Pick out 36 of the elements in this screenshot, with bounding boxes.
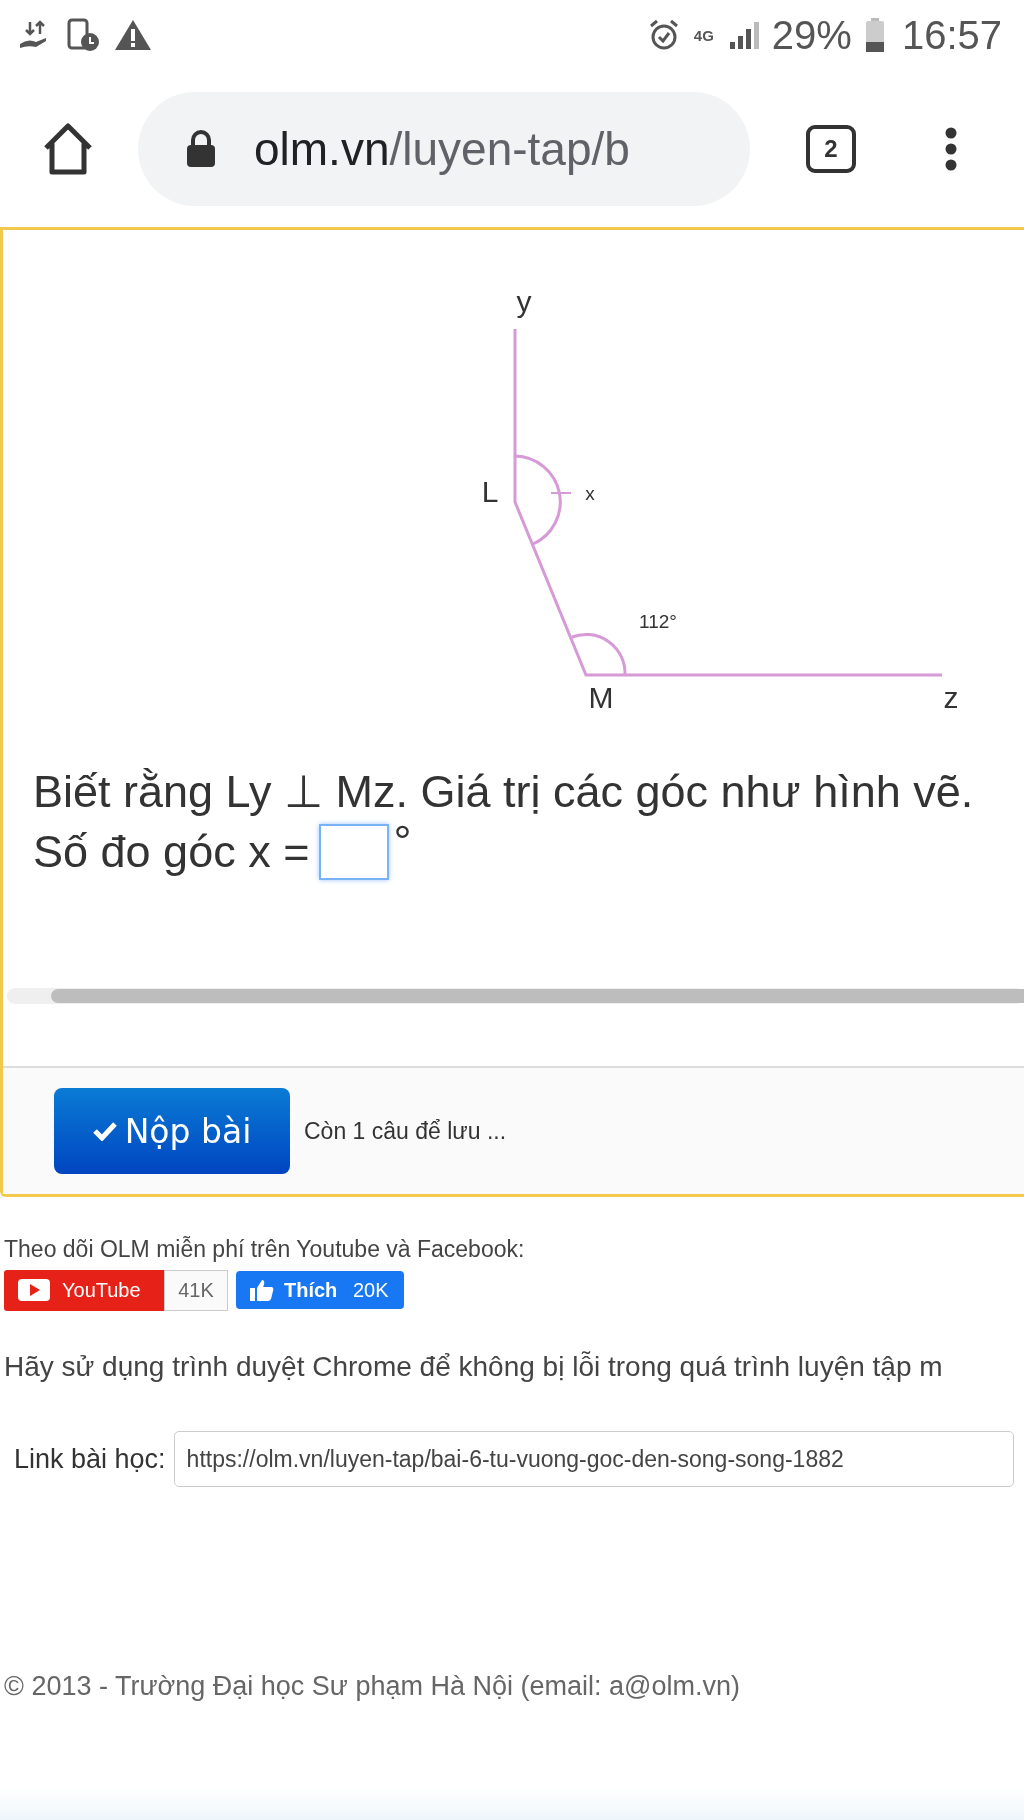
url-text: olm.vn/luyen-tap/b: [254, 121, 630, 176]
link-label: Link bài học:: [14, 1443, 166, 1475]
subscriber-count: 41K: [164, 1269, 228, 1311]
battery-percent: 29%: [771, 12, 852, 58]
tab-switcher-button[interactable]: 2: [806, 124, 856, 173]
question-text: Biết rằng Ly ⊥ Mz. Giá trị các góc như hình vẽ.: [33, 765, 975, 819]
submit-button[interactable]: Nộp bài: [54, 1088, 290, 1174]
thumbs-up-icon: [250, 1279, 274, 1301]
clock-time: 16:57: [901, 12, 1002, 58]
ray-label: y: [516, 285, 532, 318]
browser-tip: Hãy sử dụng trình duyệt Chrome để không bị lỗi trong quá trình luyện tập m: [4, 1351, 944, 1383]
degree-unit: °: [393, 822, 412, 862]
angle-label: 112°: [639, 611, 677, 632]
ray-label: z: [943, 681, 959, 714]
scrollbar[interactable]: [7, 988, 1024, 1004]
link-field[interactable]: https://olm.vn/luyen-tap/bai-6-tu-vuong-goc-den-song-song-1882: [173, 1431, 1014, 1487]
network-type: 4G: [693, 27, 714, 43]
check-icon: [92, 1121, 117, 1141]
footer-text: © 2013 - Trường Đại học Sư phạm Hà Nội (email: a@olm.vn): [4, 1671, 741, 1702]
lock-icon: [186, 129, 216, 168]
youtube-button[interactable]: YouTube: [4, 1269, 164, 1311]
alarm-icon: [647, 19, 680, 51]
answer-prompt: Số đo góc x =: [33, 826, 310, 878]
screen-timer-icon: [66, 18, 100, 52]
battery-icon: [865, 18, 884, 52]
remaining-note: Còn 1 câu để lưu ...: [304, 1117, 507, 1145]
point-label: L: [481, 475, 499, 508]
point-label: M: [588, 681, 614, 714]
like-button[interactable]: Thích 20K: [236, 1271, 404, 1309]
follow-text: Theo dõi OLM miễn phí trên Youtube và Facebook:: [4, 1237, 526, 1261]
play-icon: [18, 1279, 50, 1301]
signal-icon: [727, 20, 762, 50]
warning-icon: [114, 18, 152, 52]
address-bar[interactable]: olm.vn/luyen-tap/b: [138, 91, 750, 206]
menu-icon[interactable]: [944, 126, 958, 171]
angle-label: x: [585, 483, 595, 504]
